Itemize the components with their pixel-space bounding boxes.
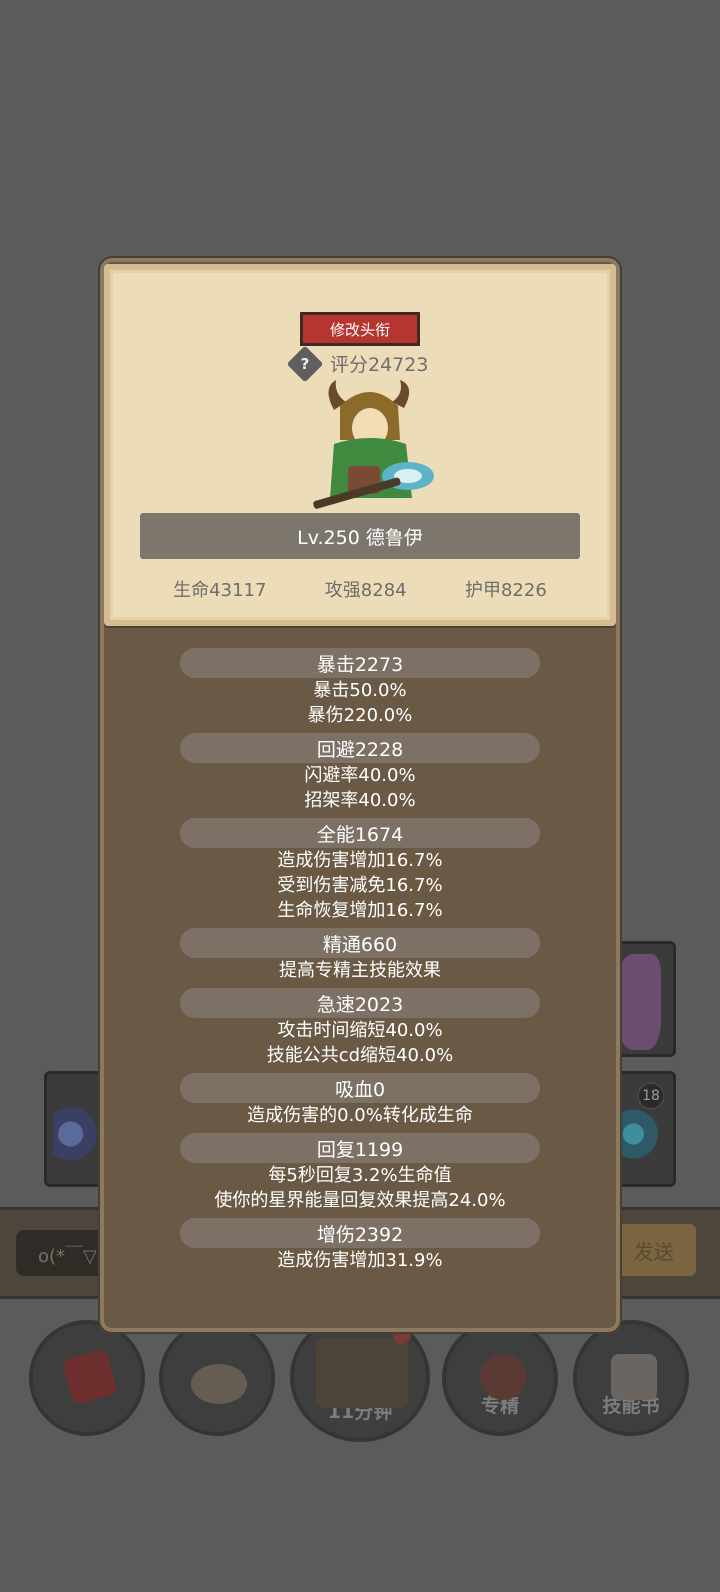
stat-attack: 攻强8284 xyxy=(324,580,407,601)
card-count-badge: 18 xyxy=(637,1082,665,1110)
attr-line: 生命恢复增加16.7% xyxy=(277,900,443,921)
skill-card-right-top xyxy=(612,941,676,1057)
attr-header-haste: 急速2023 xyxy=(180,988,540,1018)
attr-line: 使你的星界能量回复效果提高24.0% xyxy=(214,1190,506,1211)
skill-book-button: 技能书 xyxy=(573,1320,689,1436)
base-stats: 生命43117 攻强8284 护甲8226 xyxy=(104,576,616,606)
attr-line: 提高专精主技能效果 xyxy=(279,960,441,981)
druid-avatar xyxy=(313,380,434,509)
bread-button xyxy=(159,1320,275,1436)
stat-hp: 生命43117 xyxy=(173,580,267,601)
potion-icon xyxy=(61,1348,119,1406)
attr-line: 造成伤害增加16.7% xyxy=(277,850,443,871)
stat-armor: 护甲8226 xyxy=(464,580,547,601)
attr-header-versatility: 全能1674 xyxy=(180,818,540,848)
skill-card-left xyxy=(44,1071,102,1187)
attr-header-crit: 暴击2273 xyxy=(180,648,540,678)
attr-line: 技能公共cd缩短40.0% xyxy=(266,1045,454,1066)
book-icon xyxy=(611,1354,657,1400)
mask-icon xyxy=(615,954,661,1050)
attr-line: 暴伤220.0% xyxy=(307,705,413,726)
skill-swirl-icon xyxy=(615,1104,661,1164)
specialization-button: 专精 xyxy=(442,1320,558,1436)
attr-header-avoidance: 回避2228 xyxy=(180,733,540,763)
specialization-icon xyxy=(480,1354,526,1400)
attr-line: 造成伤害的0.0%转化成生命 xyxy=(247,1105,473,1126)
bread-icon xyxy=(191,1364,247,1404)
attr-header-lifesteal: 吸血0 xyxy=(180,1073,540,1103)
change-title-button[interactable]: 修改头衔 xyxy=(300,312,420,346)
attr-line: 闪避率40.0% xyxy=(304,765,416,786)
attr-line: 招架率40.0% xyxy=(304,790,416,811)
score-label: 评分24723 xyxy=(330,354,429,376)
chat-input: o(*￣▽ xyxy=(16,1230,106,1276)
skill-swirl-icon xyxy=(53,1104,97,1164)
skill-card-right-bottom: 18 xyxy=(612,1071,676,1187)
attr-line: 每5秒回复3.2%生命值 xyxy=(268,1165,452,1186)
score-help-icon[interactable]: ? xyxy=(286,345,324,383)
attr-header-mastery: 精通660 xyxy=(180,928,540,958)
chest-icon xyxy=(316,1338,408,1408)
potion-button xyxy=(29,1320,145,1436)
attr-line: 暴击50.0% xyxy=(313,680,407,701)
level-name-bar: Lv.250 德鲁伊 xyxy=(140,513,580,559)
attr-header-damage-bonus: 增伤2392 xyxy=(180,1218,540,1248)
attr-line: 攻击时间缩短40.0% xyxy=(277,1020,443,1041)
attr-header-regen: 回复1199 xyxy=(180,1133,540,1163)
attr-line: 受到伤害减免16.7% xyxy=(277,875,443,896)
send-button: 发送 xyxy=(612,1224,696,1276)
attr-line: 造成伤害增加31.9% xyxy=(277,1250,443,1271)
attribute-list: 暴击2273 暴击50.0% 暴伤220.0% 回避2228 闪避率40.0% … xyxy=(104,648,616,1273)
level-name: Lv.250 德鲁伊 xyxy=(297,526,423,549)
